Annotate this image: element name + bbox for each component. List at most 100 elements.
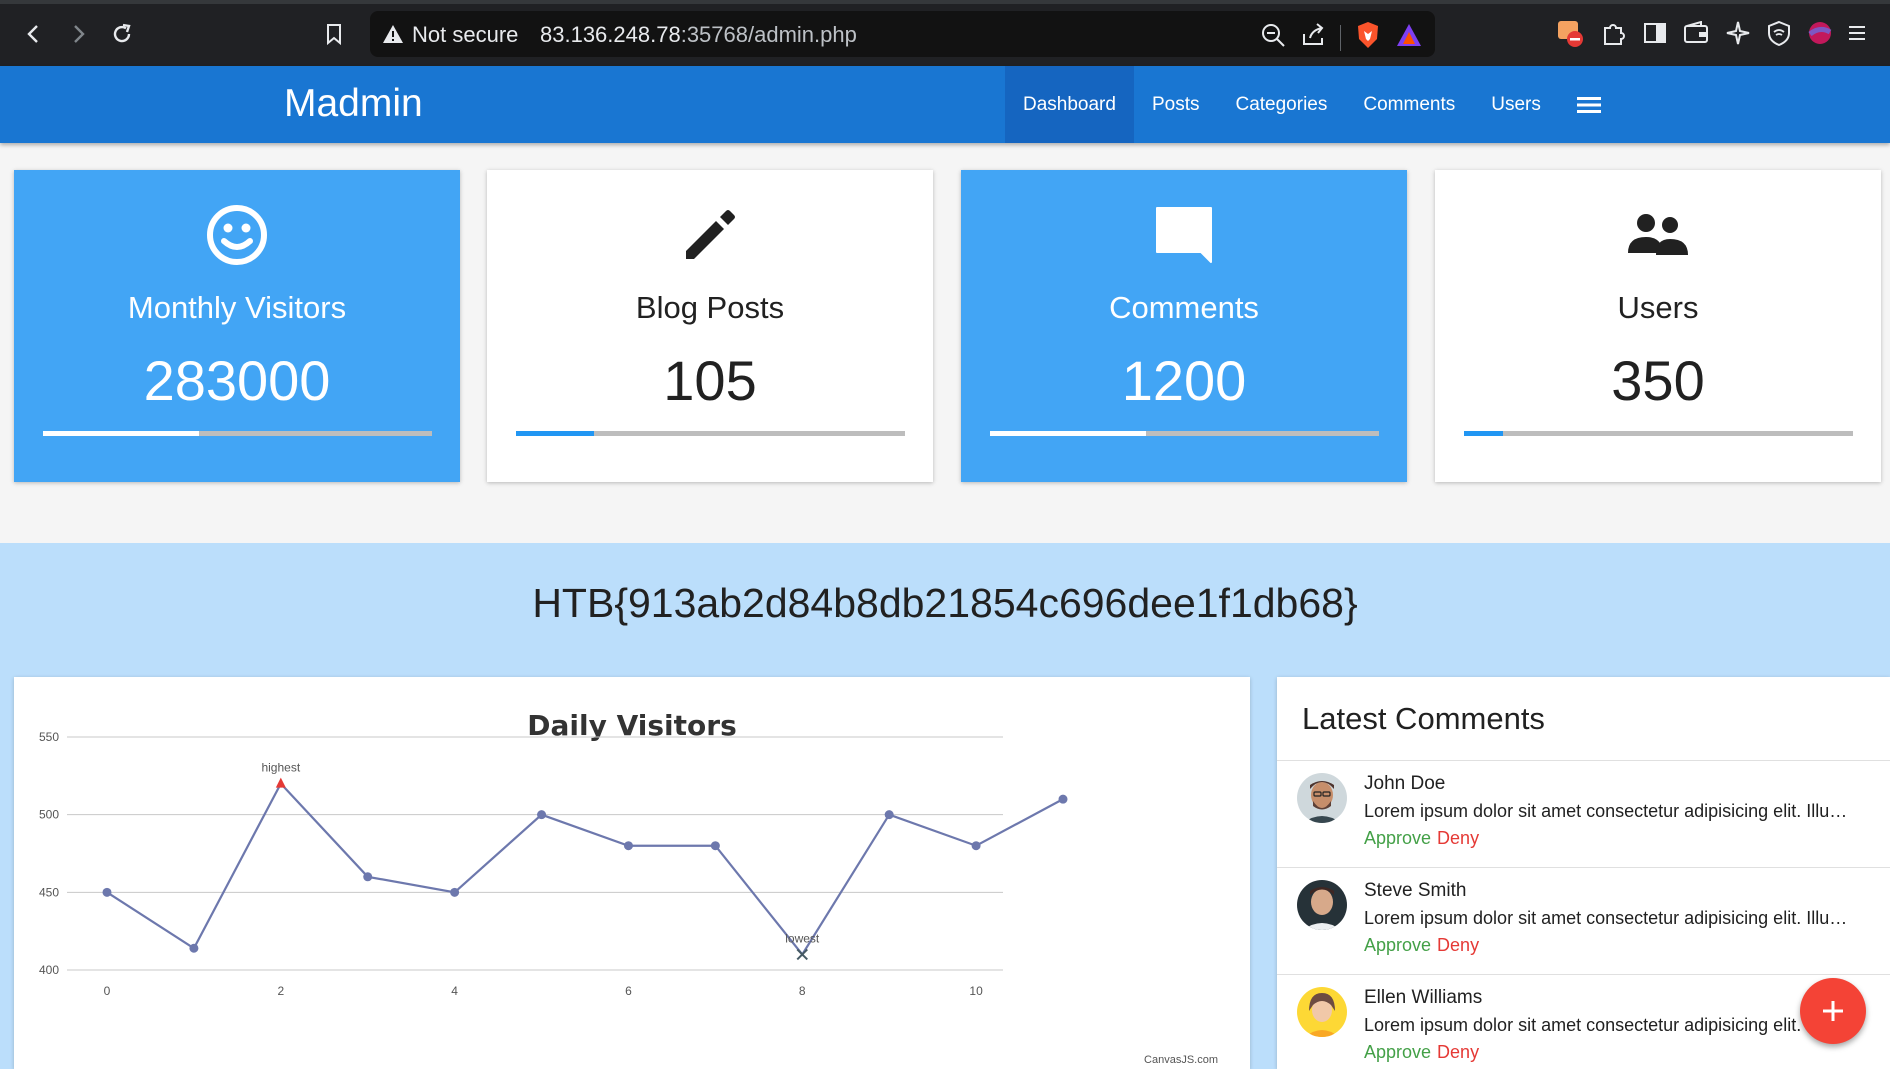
comments-title: Latest Comments: [1302, 701, 1545, 736]
divider: [1340, 24, 1341, 51]
stat-progress-bar: [990, 431, 1379, 436]
flag-text: HTB{913ab2d84b8db21854c696dee1f1db68}: [532, 580, 1358, 626]
hamburger-menu-icon[interactable]: [1559, 66, 1619, 143]
nav-users[interactable]: Users: [1473, 66, 1559, 143]
nav-categories[interactable]: Categories: [1217, 66, 1345, 143]
y-axis-ticks: 400 450 500 550: [39, 730, 59, 977]
data-point: [884, 810, 894, 820]
y-tick-label: 500: [39, 808, 59, 822]
share-icon[interactable]: [1300, 22, 1326, 53]
stat-value: 283000: [143, 349, 331, 412]
comment-actions: Approve Deny: [1364, 1042, 1479, 1063]
comment-item: Ellen Williams Lorem ipsum dolor sit ame…: [1277, 975, 1890, 1069]
stat-progress-bar: [1464, 431, 1853, 436]
extensions-icon[interactable]: [1601, 20, 1627, 51]
y-tick-label: 450: [39, 885, 59, 899]
extension-blocked-icon[interactable]: [1555, 18, 1585, 53]
x-tick-label: 0: [104, 984, 111, 998]
nav-posts[interactable]: Posts: [1134, 66, 1218, 143]
browser-chrome: Not secure 83.136.248.78:35768/admin.php: [0, 0, 1890, 66]
browser-menu-icon[interactable]: [1849, 23, 1865, 48]
annotation-label: lowest: [785, 931, 820, 945]
approve-link[interactable]: Approve: [1364, 935, 1431, 955]
brave-rewards-icon[interactable]: [1395, 22, 1423, 53]
nav-dashboard[interactable]: Dashboard: [1005, 66, 1134, 143]
comment-text: Lorem ipsum dolor sit amet consectetur a…: [1364, 908, 1854, 928]
data-point: [450, 887, 460, 897]
data-point: [189, 943, 199, 953]
stat-progress-fill: [1464, 431, 1503, 436]
url-host: 83.136.248.78: [540, 22, 681, 47]
daily-visitors-chart-card: Daily Visitors 400 450 500 550 0 2 4 6 8 10 high…: [14, 677, 1250, 1069]
avatar: [1297, 880, 1347, 930]
comment-item: Steve Smith Lorem ipsum dolor sit amet c…: [1277, 868, 1890, 975]
security-label[interactable]: Not secure: [412, 22, 518, 48]
stat-label: Monthly Visitors: [127, 290, 347, 325]
pencil-icon: [487, 200, 933, 270]
chart-grid: [67, 736, 1003, 971]
deny-link[interactable]: Deny: [1437, 1042, 1479, 1062]
comment-author: John Doe: [1364, 773, 1446, 794]
stat-progress-bar: [516, 431, 905, 436]
chart-credit[interactable]: CanvasJS.com: [1144, 1054, 1218, 1066]
annotation-label: highest: [261, 761, 300, 775]
stat-progress-bar: [43, 431, 432, 436]
stat-card-comments: Comments 1200: [961, 170, 1407, 482]
comment-author: Ellen Williams: [1364, 987, 1483, 1008]
data-point: [102, 887, 112, 897]
series-line: [106, 781, 1064, 957]
zoom-icon[interactable]: [1260, 22, 1286, 53]
comment-actions: Approve Deny: [1364, 828, 1479, 849]
deny-link[interactable]: Deny: [1437, 828, 1479, 848]
comment-item: John Doe Lorem ipsum dolor sit amet cons…: [1277, 761, 1890, 868]
comment-actions: Approve Deny: [1364, 935, 1479, 956]
wallet-icon[interactable]: [1683, 20, 1709, 50]
avatar: [1297, 987, 1347, 1037]
comment-icon: [961, 200, 1407, 270]
stat-progress-fill: [990, 431, 1146, 436]
brave-shield-icon[interactable]: [1355, 21, 1381, 54]
plus-icon: [1823, 1001, 1843, 1021]
profile-icon[interactable]: [1807, 20, 1833, 51]
url-text[interactable]: 83.136.248.78:35768/admin.php: [540, 22, 857, 48]
address-bar[interactable]: Not secure 83.136.248.78:35768/admin.php: [370, 11, 1435, 57]
y-tick-label: 400: [39, 963, 59, 977]
forward-icon[interactable]: [62, 18, 94, 50]
y-tick-label: 550: [39, 730, 59, 744]
comment-text: Lorem ipsum dolor sit amet consectetur a…: [1364, 801, 1854, 821]
data-point: [537, 810, 547, 820]
sidebar-icon[interactable]: [1643, 22, 1667, 49]
data-point: [363, 872, 373, 882]
warning-icon[interactable]: [382, 24, 404, 49]
x-axis-ticks: 0 2 4 6 8 10: [104, 984, 983, 998]
approve-link[interactable]: Approve: [1364, 1042, 1431, 1062]
data-point: [1058, 794, 1068, 804]
reload-icon[interactable]: [106, 18, 138, 50]
x-tick-label: 8: [799, 984, 806, 998]
stat-value: 1200: [1121, 349, 1247, 412]
url-path: :35768/admin.php: [680, 22, 857, 47]
nav-comments[interactable]: Comments: [1345, 66, 1473, 143]
window-edge: [0, 0, 1890, 4]
users-icon: [1435, 200, 1881, 270]
add-button[interactable]: [1800, 978, 1866, 1044]
data-point-lowest: [796, 948, 808, 961]
bookmark-icon[interactable]: [318, 18, 350, 50]
back-icon[interactable]: [18, 18, 50, 50]
x-tick-label: 6: [625, 984, 632, 998]
x-tick-label: 4: [451, 984, 458, 998]
chart-series-line: [106, 781, 1064, 957]
x-tick-label: 10: [969, 984, 983, 998]
data-point: [971, 841, 981, 851]
data-point: [623, 841, 633, 851]
approve-link[interactable]: Approve: [1364, 828, 1431, 848]
data-point-highest: [275, 777, 286, 788]
daily-visitors-chart: Daily Visitors 400450500550 0 2 4 6 8 10 high…: [39, 709, 1218, 1066]
data-point: [710, 841, 720, 851]
app-navbar: Madmin Dashboard Posts Categories Commen…: [0, 66, 1890, 143]
leo-ai-icon[interactable]: [1725, 20, 1751, 51]
deny-link[interactable]: Deny: [1437, 935, 1479, 955]
brand-logo[interactable]: Madmin: [284, 82, 423, 126]
main-menu: Dashboard Posts Categories Comments User…: [1005, 66, 1619, 143]
vpn-icon[interactable]: [1767, 20, 1791, 51]
